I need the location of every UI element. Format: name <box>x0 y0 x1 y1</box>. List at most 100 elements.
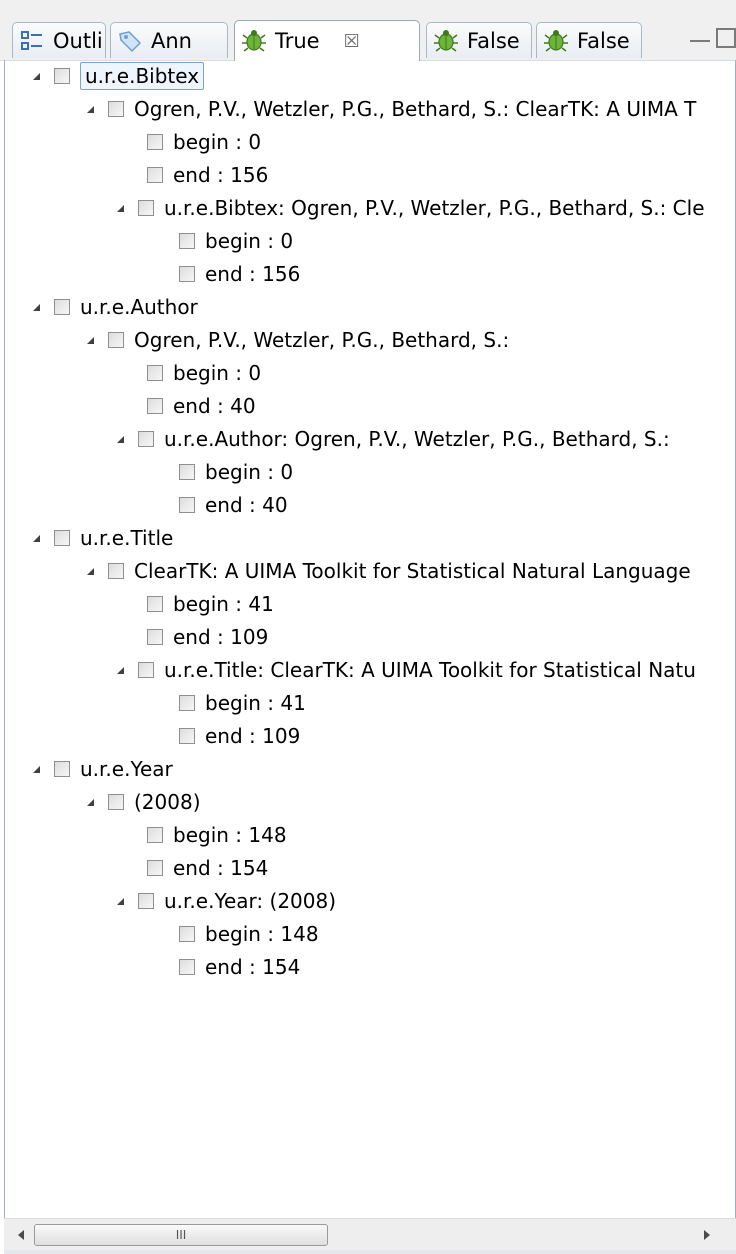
checkbox[interactable] <box>147 398 163 414</box>
checkbox[interactable] <box>54 530 70 546</box>
tree-leaf[interactable]: begin : 148 <box>147 819 287 851</box>
checkbox[interactable] <box>138 662 154 678</box>
view-window-controls <box>690 28 736 48</box>
maximize-icon[interactable] <box>716 28 736 48</box>
tab-true[interactable]: True ☒ <box>234 20 420 61</box>
expand-toggle-icon[interactable] <box>33 303 40 311</box>
close-icon[interactable]: ☒ <box>344 31 360 52</box>
checkbox[interactable] <box>179 695 195 711</box>
tab-label: Ann <box>151 28 192 53</box>
tree-node[interactable]: u.r.e.Title <box>33 522 173 554</box>
tree-leaf[interactable]: begin : 0 <box>147 126 261 158</box>
scrollbar-thumb[interactable]: III <box>34 1224 328 1246</box>
tree-node-label: begin : 0 <box>205 229 294 253</box>
tree-node[interactable]: u.r.e.Bibtex <box>33 60 205 92</box>
checkbox[interactable] <box>147 134 163 150</box>
tree-node-label: begin : 41 <box>173 592 274 616</box>
checkbox[interactable] <box>108 794 124 810</box>
checkbox[interactable] <box>108 332 124 348</box>
checkbox[interactable] <box>179 926 195 942</box>
checkbox[interactable] <box>179 266 195 282</box>
tree-leaf[interactable]: end : 40 <box>179 489 288 521</box>
tree-leaf[interactable]: end : 40 <box>147 390 256 422</box>
tree-leaf[interactable]: begin : 148 <box>179 918 319 950</box>
checkbox[interactable] <box>179 959 195 975</box>
checkbox[interactable] <box>138 200 154 216</box>
tab-label: False <box>467 28 520 53</box>
expand-toggle-icon[interactable] <box>117 897 124 905</box>
checkbox[interactable] <box>108 563 124 579</box>
tree-leaf[interactable]: begin : 41 <box>179 687 306 719</box>
tree-leaf[interactable]: end : 156 <box>179 258 300 290</box>
scroll-right-arrow-icon[interactable] <box>704 1230 710 1240</box>
checkbox[interactable] <box>147 860 163 876</box>
expand-toggle-icon[interactable] <box>87 105 94 113</box>
tree-node-label: u.r.e.Author: Ogren, P.V., Wetzler, P.G.… <box>164 427 670 451</box>
scroll-left-arrow-icon[interactable] <box>18 1230 24 1240</box>
tree-node-label: begin : 148 <box>173 823 287 847</box>
tree-node[interactable]: u.r.e.Year: (2008) <box>117 885 336 917</box>
tree-node-label: ClearTK: A UIMA Toolkit for Statistical … <box>134 559 691 583</box>
annotation-tag-icon <box>117 28 143 54</box>
tree-node[interactable]: u.r.e.Bibtex: Ogren, P.V., Wetzler, P.G.… <box>117 192 705 224</box>
tree-leaf[interactable]: begin : 41 <box>147 588 274 620</box>
tree-node[interactable]: u.r.e.Title: ClearTK: A UIMA Toolkit for… <box>117 654 696 686</box>
tab-false-2[interactable]: False <box>536 22 642 58</box>
tree-leaf[interactable]: end : 109 <box>179 720 300 752</box>
tab-label: Outli <box>53 28 103 53</box>
tree-node-label: u.r.e.Author <box>80 295 198 319</box>
expand-toggle-icon[interactable] <box>33 534 40 542</box>
checkbox[interactable] <box>54 761 70 777</box>
tree-node-label: u.r.e.Bibtex: Ogren, P.V., Wetzler, P.G.… <box>164 196 705 220</box>
tree-node[interactable]: ClearTK: A UIMA Toolkit for Statistical … <box>87 555 691 587</box>
checkbox[interactable] <box>147 167 163 183</box>
tree-leaf[interactable]: begin : 0 <box>147 357 261 389</box>
annotation-tree[interactable]: u.r.e.Bibtex Ogren, P.V., Wetzler, P.G.,… <box>5 60 735 1250</box>
panel-bottom-border <box>4 1250 736 1254</box>
minimize-icon[interactable] <box>690 30 710 42</box>
bug-icon <box>241 28 267 54</box>
tab-outline[interactable]: Outli <box>12 22 106 58</box>
checkbox[interactable] <box>179 233 195 249</box>
checkbox[interactable] <box>179 464 195 480</box>
expand-toggle-icon[interactable] <box>33 765 40 773</box>
tree-leaf[interactable]: begin : 0 <box>179 456 293 488</box>
tree-node[interactable]: Ogren, P.V., Wetzler, P.G., Bethard, S.:… <box>87 93 696 125</box>
tree-leaf[interactable]: end : 154 <box>179 951 300 983</box>
checkbox[interactable] <box>54 68 70 84</box>
tree-node[interactable]: Ogren, P.V., Wetzler, P.G., Bethard, S.: <box>87 324 509 356</box>
expand-toggle-icon[interactable] <box>117 204 124 212</box>
tree-leaf[interactable]: end : 109 <box>147 621 268 653</box>
checkbox[interactable] <box>147 827 163 843</box>
tree-leaf[interactable]: end : 154 <box>147 852 268 884</box>
checkbox[interactable] <box>179 497 195 513</box>
checkbox[interactable] <box>147 596 163 612</box>
tree-node[interactable]: (2008) <box>87 786 201 818</box>
tree-node[interactable]: u.r.e.Year <box>33 753 173 785</box>
expand-toggle-icon[interactable] <box>117 666 124 674</box>
tree-node[interactable]: u.r.e.Author: Ogren, P.V., Wetzler, P.G.… <box>117 423 670 455</box>
horizontal-scrollbar[interactable]: III <box>4 1218 736 1250</box>
scrollbar-grip: III <box>175 1228 187 1242</box>
tree-node-label: begin : 0 <box>173 130 262 154</box>
checkbox[interactable] <box>147 365 163 381</box>
tab-false-1[interactable]: False <box>426 22 532 58</box>
bug-icon <box>433 28 459 54</box>
checkbox[interactable] <box>54 299 70 315</box>
checkbox[interactable] <box>138 431 154 447</box>
expand-toggle-icon[interactable] <box>117 435 124 443</box>
view-tab-bar: Outli Ann True ☒ False False <box>0 0 736 61</box>
expand-toggle-icon[interactable] <box>33 72 40 80</box>
checkbox[interactable] <box>108 101 124 117</box>
tab-annotations[interactable]: Ann <box>110 22 228 58</box>
checkbox[interactable] <box>147 629 163 645</box>
checkbox[interactable] <box>138 893 154 909</box>
tree-node[interactable]: u.r.e.Author <box>33 291 198 323</box>
expand-toggle-icon[interactable] <box>87 336 94 344</box>
expand-toggle-icon[interactable] <box>87 567 94 575</box>
checkbox[interactable] <box>179 728 195 744</box>
tree-leaf[interactable]: end : 156 <box>147 159 268 191</box>
tree-leaf[interactable]: begin : 0 <box>179 225 293 257</box>
tree-node-label: begin : 148 <box>205 922 319 946</box>
expand-toggle-icon[interactable] <box>87 798 94 806</box>
